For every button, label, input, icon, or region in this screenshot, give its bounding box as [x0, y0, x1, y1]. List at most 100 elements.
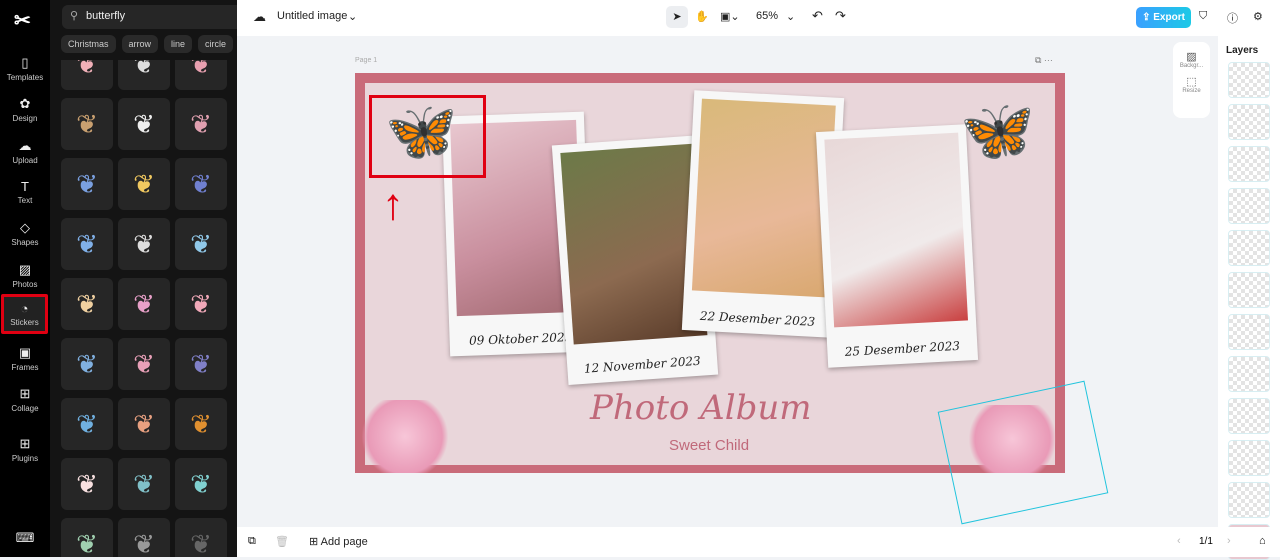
layer-thumbnail[interactable] — [1228, 314, 1270, 350]
layer-thumbnail[interactable] — [1228, 356, 1270, 392]
sticker-item[interactable]: ❦ — [175, 60, 227, 90]
layer-thumbnail[interactable] — [1228, 482, 1270, 518]
chevron-down-icon[interactable]: ⌄ — [348, 10, 357, 23]
sticker-item[interactable]: ❦ — [61, 158, 113, 210]
sticker-item[interactable]: ❦ — [175, 98, 227, 150]
rail-photos[interactable]: ▨ Photos — [0, 262, 50, 289]
album-title[interactable]: Photo Album — [590, 388, 812, 428]
rail-plugins[interactable]: ⊞ Plugins — [0, 436, 50, 463]
next-page-icon[interactable]: › — [1227, 535, 1231, 547]
sticker-item[interactable]: ❦ — [118, 60, 170, 90]
top-bar: ☁ Untitled image ⌄ ➤ ✋ ▣⌄ 65% ⌄ ↶ ↷ ⇪ Ex… — [237, 0, 1280, 36]
sticker-item[interactable]: ❦ — [61, 218, 113, 270]
sticker-item[interactable]: ❦ — [175, 458, 227, 510]
prev-page-icon[interactable]: ‹ — [1177, 535, 1181, 547]
rail-templates[interactable]: ▯ Templates — [0, 55, 50, 82]
sticker-item[interactable]: ❦ — [118, 458, 170, 510]
sticker-item[interactable]: ❦ — [118, 518, 170, 557]
delete-page-icon[interactable]: 🗑 — [275, 535, 289, 548]
rail-text[interactable]: T Text — [0, 179, 50, 205]
layer-thumbnail[interactable] — [1228, 230, 1270, 266]
layer-thumbnail[interactable] — [1228, 272, 1270, 308]
photos-icon: ▨ — [18, 262, 32, 277]
layout-icon[interactable]: ▣⌄ — [720, 10, 740, 23]
sticker-item[interactable]: ❦ — [175, 278, 227, 330]
rail-upload[interactable]: ☁ Upload — [0, 138, 50, 165]
stickers-panel: ⚲butterfly✕ Christmas arrow line circle … — [50, 0, 276, 557]
zoom-chevron-icon[interactable]: ⌄ — [786, 10, 795, 23]
suggestion-chips: Christmas arrow line circle — [61, 35, 237, 53]
cloud-icon[interactable]: ☁ — [253, 9, 266, 25]
layer-thumbnail[interactable] — [1228, 188, 1270, 224]
shield-icon[interactable]: ⛉ — [1199, 10, 1207, 23]
help-icon[interactable]: ⓘ — [1227, 10, 1238, 26]
sticker-item[interactable]: ❦ — [118, 338, 170, 390]
sticker-item[interactable]: ❦ — [175, 338, 227, 390]
resize-button[interactable]: ⬚ Resize — [1173, 69, 1210, 94]
layer-thumbnail[interactable] — [1228, 440, 1270, 476]
upload-icon: ☁ — [18, 138, 32, 153]
page-more-icon[interactable]: ⧉ ⋯ — [1035, 55, 1053, 66]
layer-thumbnail[interactable] — [1228, 146, 1270, 182]
rail-stickers[interactable]: ◔ Stickers — [1, 294, 48, 334]
sticker-item[interactable]: ❦ — [118, 398, 170, 450]
rail-design[interactable]: ✿ Design — [0, 96, 50, 123]
sticker-item[interactable]: ❦ — [61, 60, 113, 90]
page-label: Page 1 — [355, 57, 378, 64]
album-subtitle[interactable]: Sweet Child — [669, 437, 749, 454]
layer-thumbnail[interactable] — [1228, 398, 1270, 434]
sticker-item[interactable]: ❦ — [175, 398, 227, 450]
settings-icon[interactable]: ⚙ — [1253, 10, 1263, 23]
layer-thumbnail[interactable] — [1228, 62, 1270, 98]
chip[interactable]: arrow — [121, 35, 159, 53]
sticker-item[interactable]: ❦ — [175, 158, 227, 210]
background-button[interactable]: ▨ Backgr... — [1173, 42, 1210, 69]
sticker-item[interactable]: ❦ — [118, 218, 170, 270]
sticker-item[interactable]: ❦ — [175, 218, 227, 270]
left-rail: ✂ ▯ Templates ✿ Design ☁ Upload T Text ◇ Shap… — [0, 0, 50, 557]
keyboard-icon[interactable]: ⌨ — [0, 530, 50, 548]
polaroid-photo[interactable]: 25 Desember 2023 — [815, 124, 979, 368]
rail-shapes[interactable]: ◇ Shapes — [0, 220, 50, 247]
flowers-sticker[interactable] — [355, 400, 455, 473]
undo-icon[interactable]: ↶ — [812, 8, 823, 24]
butterfly-sticker[interactable]: 🦋 — [960, 95, 1035, 166]
sticker-item[interactable]: ❦ — [61, 278, 113, 330]
rail-collage[interactable]: ⊞ Collage — [0, 386, 50, 413]
sticker-item[interactable]: ❦ — [118, 98, 170, 150]
add-page-button[interactable]: ⊞ Add page — [309, 535, 368, 548]
chip[interactable]: Christmas — [61, 35, 116, 53]
chip[interactable]: circle — [198, 35, 234, 53]
sticker-item[interactable]: ❦ — [61, 458, 113, 510]
document-title[interactable]: Untitled image — [277, 10, 347, 22]
chip[interactable]: line — [164, 35, 193, 53]
plugins-icon: ⊞ — [19, 436, 31, 451]
redo-icon[interactable]: ↷ — [835, 8, 846, 24]
sticker-item[interactable]: ❦ — [61, 398, 113, 450]
shapes-icon: ◇ — [20, 220, 30, 235]
layers-title: Layers — [1226, 45, 1259, 56]
sticker-item[interactable]: ❦ — [61, 98, 113, 150]
selection-highlight — [369, 95, 486, 178]
sticker-item[interactable]: ❦ — [118, 158, 170, 210]
select-tool-icon[interactable]: ➤ — [666, 6, 688, 28]
background-icon: ▨ — [1186, 51, 1197, 63]
layer-thumbnail[interactable] — [1228, 104, 1270, 140]
collapse-icon[interactable]: ⌂ — [1259, 535, 1266, 547]
templates-icon: ▯ — [21, 55, 29, 70]
sticker-item[interactable]: ❦ — [61, 338, 113, 390]
side-tools: ▨ Backgr... ⬚ Resize — [1173, 42, 1210, 118]
hand-tool-icon[interactable]: ✋ — [695, 10, 709, 23]
sticker-grid: ❦ ❦ ❦ ❦ ❦ ❦ ❦ ❦ ❦ ❦ ❦ ❦ ❦ ❦ ❦ ❦ ❦ ❦ ❦ ❦ ❦ ❦ ❦ ❦ ❦ ❦ ❦ — [61, 60, 231, 557]
resize-icon: ⬚ — [1186, 76, 1197, 88]
sticker-item[interactable]: ❦ — [61, 518, 113, 557]
sticker-item[interactable]: ❦ — [118, 278, 170, 330]
search-icon: ⚲ — [70, 10, 79, 22]
rail-frames[interactable]: ▣ Frames — [0, 345, 50, 372]
collage-icon: ⊞ — [19, 386, 31, 401]
duplicate-page-icon[interactable]: ⧉ — [248, 535, 256, 548]
zoom-level[interactable]: 65% — [756, 10, 778, 22]
export-button[interactable]: ⇪ Export — [1136, 7, 1191, 28]
sticker-item[interactable]: ❦ — [175, 518, 227, 557]
design-icon: ✿ — [19, 96, 31, 111]
